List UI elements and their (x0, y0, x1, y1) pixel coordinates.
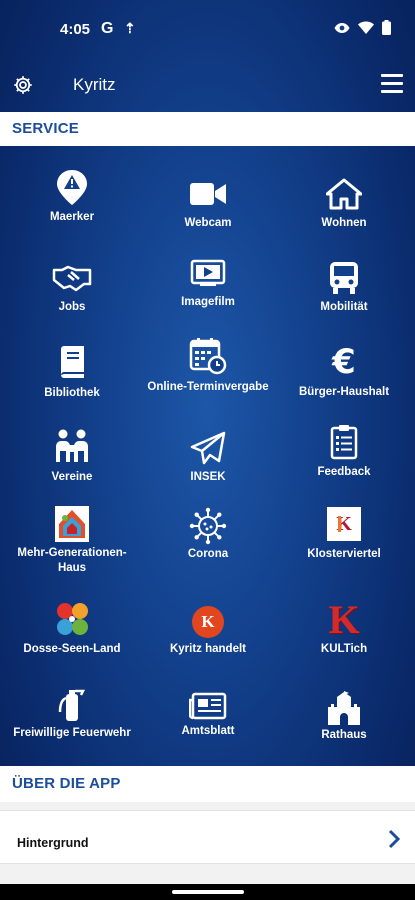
chevron-right-icon (388, 829, 401, 849)
about-list: Hintergrund (0, 802, 415, 886)
tile-label: Kyritz handelt (169, 643, 247, 655)
tile-label: Mobilität (320, 301, 368, 313)
newspaper-icon (188, 686, 228, 726)
tile-jobs[interactable]: Jobs (3, 258, 141, 318)
kultich-logo-letter: K (328, 597, 360, 642)
hamburger-menu-icon[interactable] (381, 74, 403, 94)
tile-label: Maerker (49, 211, 95, 223)
castle-icon (324, 688, 364, 728)
tile-label: Bibliothek (44, 387, 100, 399)
list-item-label: Hintergrund (17, 836, 89, 850)
dosse-seen-land-logo (53, 600, 91, 638)
film-player-icon (188, 252, 228, 292)
tile-label: Bürger-Haushalt (298, 386, 390, 398)
battery-icon (382, 20, 391, 35)
paper-plane-icon (188, 428, 228, 468)
tile-kyritz-handelt[interactable]: K Kyritz handelt (139, 602, 277, 662)
app-screen: 4:05 G ⇡ Kyritz SERVICE Maerker Webcam W… (0, 0, 415, 900)
tile-label: Dosse-Seen-Land (23, 643, 121, 655)
tile-label: KULTich (320, 643, 368, 655)
tile-maerker[interactable]: Maerker (3, 168, 141, 238)
video-camera-icon (188, 174, 228, 214)
status-icons (334, 20, 391, 35)
kultich-logo: K (324, 600, 364, 640)
clipboard-icon (324, 422, 364, 462)
handshake-icon (52, 258, 92, 298)
bus-icon (324, 258, 364, 298)
tile-label: Jobs (58, 301, 86, 313)
tile-label: Vereine (51, 471, 93, 483)
generations-house-logo (54, 506, 90, 542)
tile-buerger-haushalt[interactable]: € Bürger-Haushalt (275, 342, 413, 402)
klosterviertel-logo: K (326, 506, 362, 542)
tile-label: INSEK (190, 471, 226, 483)
upload-icon: ⇡ (124, 20, 136, 36)
house-icon (324, 174, 364, 214)
wifi-icon (358, 21, 374, 34)
app-title: Kyritz (73, 75, 116, 94)
section-header-service: SERVICE (0, 112, 415, 146)
tile-label: Amtsblatt (181, 725, 235, 737)
tile-label: Online-Terminvergabe (147, 381, 269, 393)
gear-icon[interactable] (12, 74, 34, 96)
tile-amtsblatt[interactable]: Amtsblatt (139, 686, 277, 746)
tile-label: Mehr-Generationen-Haus (17, 547, 127, 574)
tile-feedback[interactable]: Feedback (275, 422, 413, 482)
tile-wohnen[interactable]: Wohnen (275, 174, 413, 244)
calendar-clock-icon (188, 336, 228, 376)
tile-label: Imagefilm (181, 296, 235, 308)
list-item-hintergrund[interactable]: Hintergrund (0, 810, 415, 864)
virus-icon (188, 506, 228, 546)
kyritz-handelt-logo: K (188, 602, 228, 642)
tile-label: Feedback (317, 466, 371, 478)
tile-vereine[interactable]: Vereine (3, 426, 141, 486)
tile-label: Corona (187, 548, 229, 560)
fire-extinguisher-icon (52, 684, 92, 724)
tile-insek[interactable]: INSEK (139, 428, 277, 488)
tile-mehr-generationen-haus[interactable]: Mehr-Generationen-Haus (3, 506, 141, 576)
section-title: SERVICE (12, 120, 79, 137)
kyritz-handelt-logo-letter: K (201, 612, 215, 631)
google-icon: G (101, 20, 114, 37)
tile-webcam[interactable]: Webcam (139, 174, 277, 244)
tile-label: Webcam (184, 217, 232, 229)
tile-dosse-seen-land[interactable]: Dosse-Seen-Land (3, 600, 141, 660)
tile-klosterviertel[interactable]: K Klosterviertel (275, 506, 413, 566)
home-gesture-handle[interactable] (172, 890, 244, 894)
tile-imagefilm[interactable]: Imagefilm (139, 252, 277, 312)
tile-label: Klosterviertel (307, 548, 381, 560)
eye-icon (334, 22, 350, 33)
tile-mobilitaet[interactable]: Mobilität (275, 258, 413, 318)
tile-rathaus[interactable]: Rathaus (275, 688, 413, 748)
tile-kultich[interactable]: K KULTich (275, 600, 413, 660)
app-bar: Kyritz (0, 58, 415, 112)
euro-icon: € (332, 342, 356, 382)
alert-pin-icon (52, 168, 92, 208)
section-title: ÜBER DIE APP (12, 775, 121, 792)
book-icon (52, 342, 92, 382)
tile-label: Rathaus (321, 729, 367, 741)
tile-freiwillige-feuerwehr[interactable]: Freiwillige Feuerwehr (3, 684, 141, 744)
section-header-about: ÜBER DIE APP (0, 766, 415, 802)
people-group-icon (52, 426, 92, 466)
status-time: 4:05 (60, 21, 91, 38)
tile-online-terminvergabe[interactable]: Online-Terminvergabe (139, 336, 277, 396)
tile-label: Wohnen (321, 217, 367, 229)
tile-label: Freiwillige Feuerwehr (13, 727, 131, 739)
system-nav-bar (0, 884, 415, 900)
tile-bibliothek[interactable]: Bibliothek (3, 342, 141, 402)
status-bar: 4:05 G ⇡ (0, 0, 415, 58)
tile-corona[interactable]: Corona (139, 506, 277, 566)
